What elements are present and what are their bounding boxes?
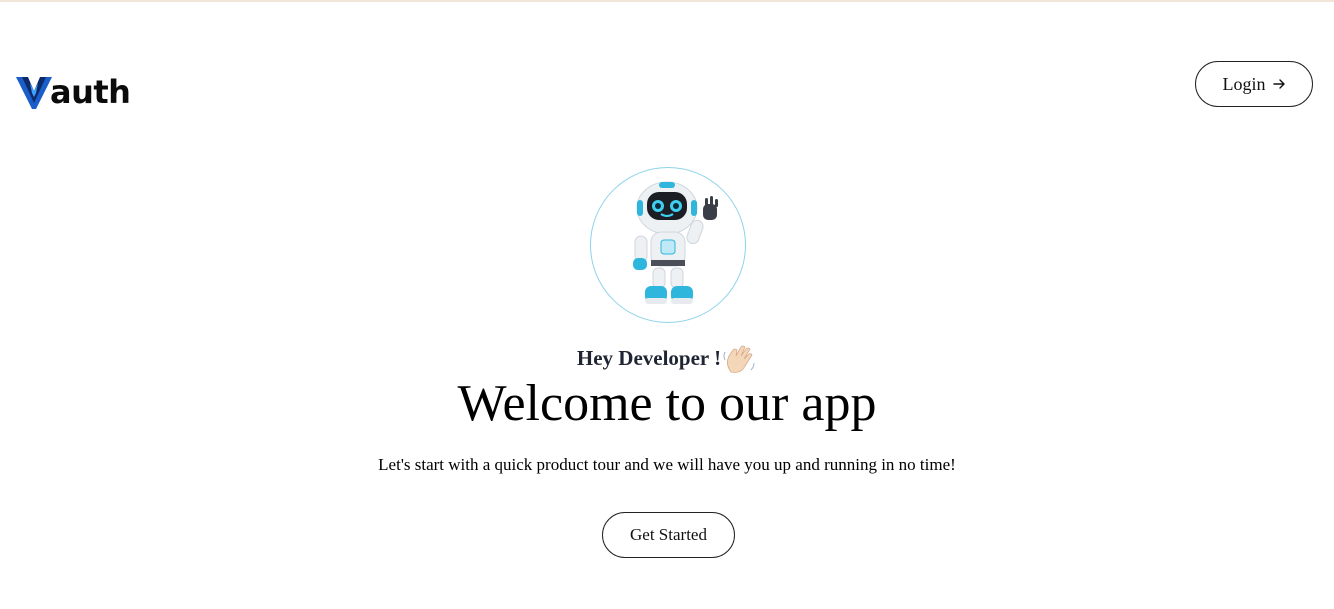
login-button[interactable]: Login <box>1195 61 1313 107</box>
logo-text: auth <box>50 73 131 111</box>
logo-mark-icon <box>16 77 52 109</box>
page-title: Welcome to our app <box>457 375 877 432</box>
get-started-button[interactable]: Get Started <box>602 512 735 558</box>
logo[interactable]: auth <box>14 72 131 112</box>
site-header: auth Login <box>0 0 1334 140</box>
login-label: Login <box>1222 73 1266 94</box>
subtitle: Let's start with a quick product tour an… <box>378 455 956 474</box>
greeting-text: Hey Developer ! <box>576 346 722 370</box>
robot-illustration <box>633 181 718 304</box>
robot-avatar <box>590 167 746 323</box>
arrow-right-icon <box>1272 79 1285 89</box>
